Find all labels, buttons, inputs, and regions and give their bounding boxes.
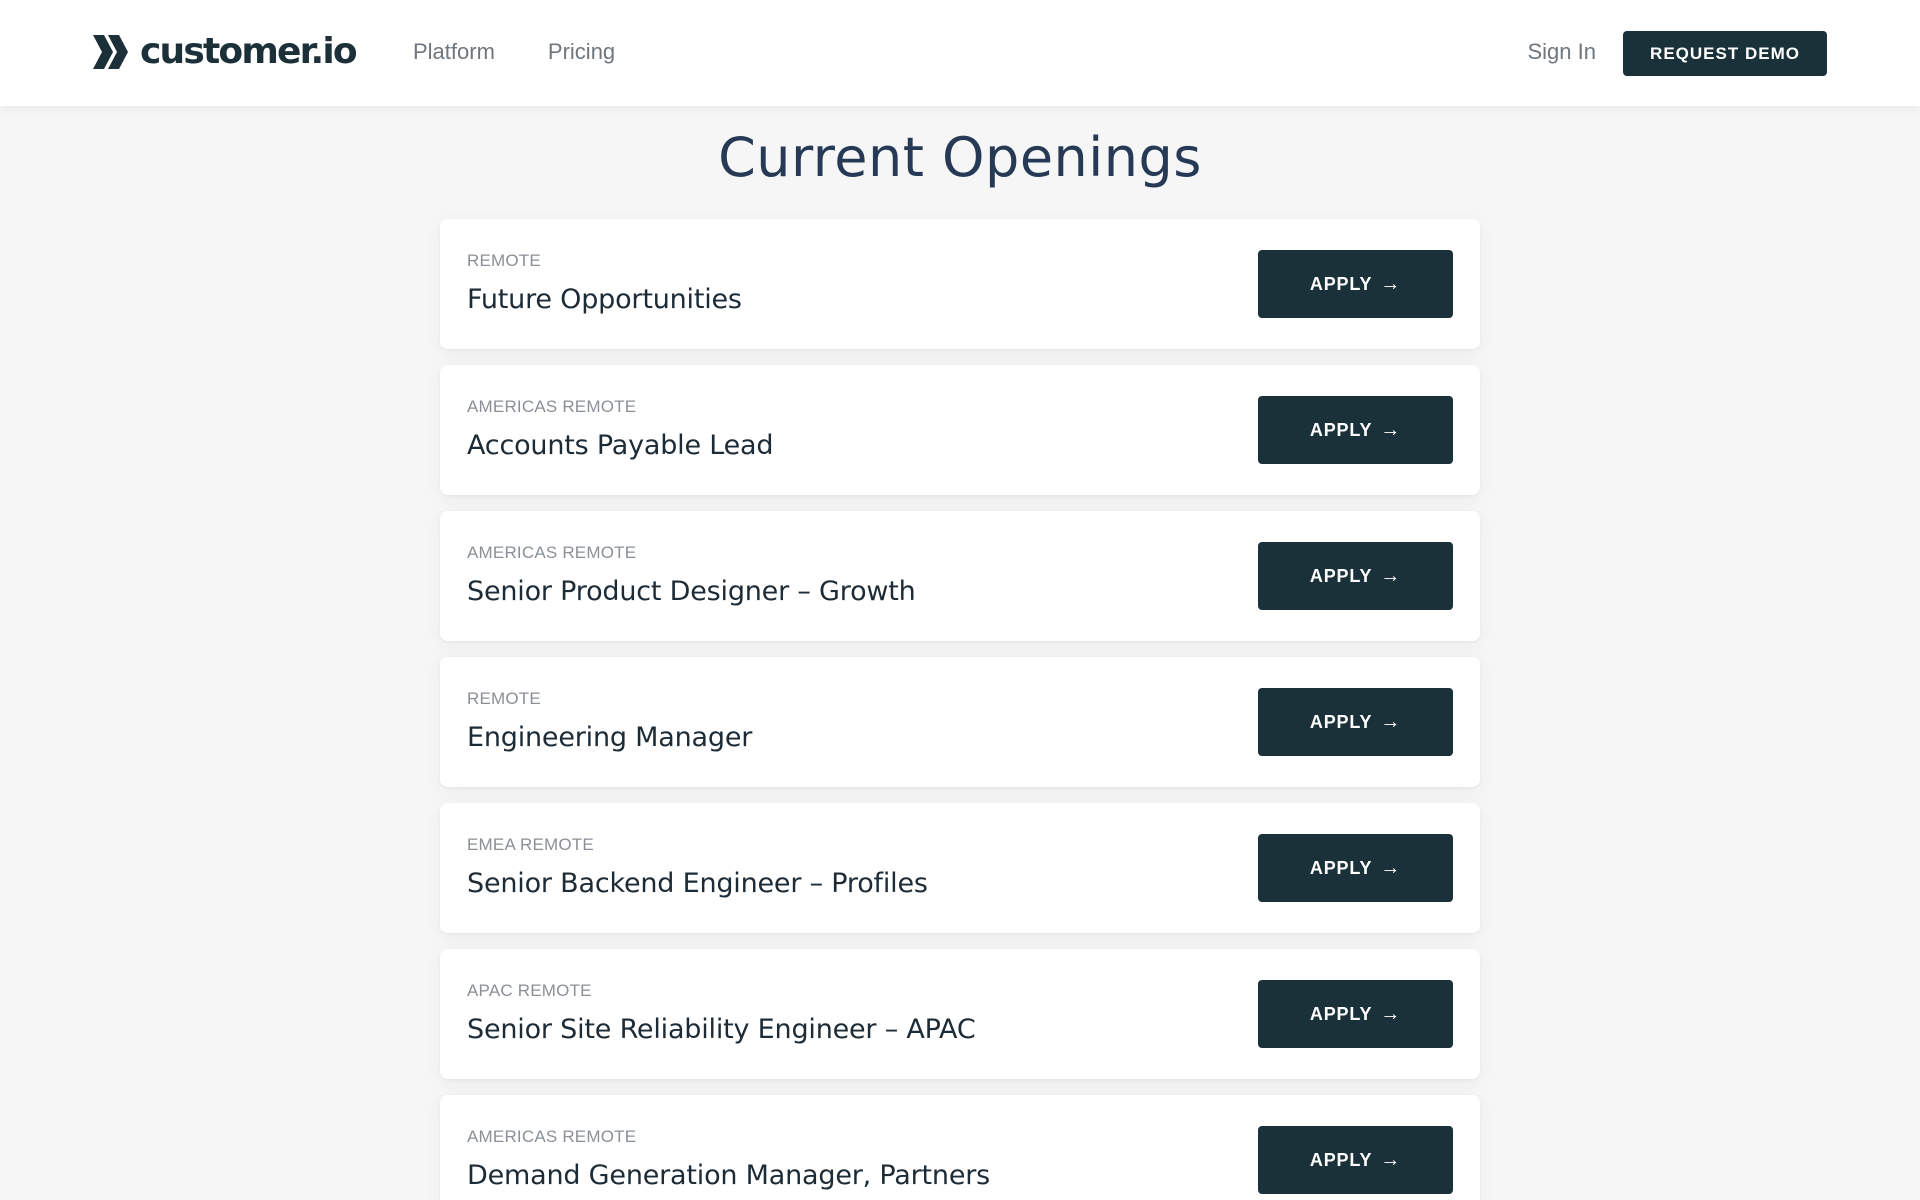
apply-button[interactable]: APPLY →	[1258, 1126, 1453, 1194]
apply-button[interactable]: APPLY →	[1258, 834, 1453, 902]
main-nav: Platform Pricing	[413, 38, 615, 66]
arrow-right-icon: →	[1380, 273, 1402, 295]
job-card: EMEA REMOTE Senior Backend Engineer – Pr…	[440, 803, 1480, 933]
arrow-right-icon: →	[1380, 711, 1402, 733]
job-location: AMERICAS REMOTE	[467, 1127, 637, 1146]
page-title: Current Openings	[718, 126, 1202, 189]
job-location: AMERICAS REMOTE	[467, 543, 637, 562]
job-card: REMOTE Future Opportunities APPLY →	[440, 219, 1480, 349]
job-title: Senior Site Reliability Engineer – APAC	[467, 1014, 976, 1045]
logo-text: customer.io	[140, 31, 358, 72]
apply-label: APPLY	[1309, 711, 1373, 732]
arrow-right-icon: →	[1380, 565, 1402, 587]
apply-button[interactable]: APPLY →	[1258, 688, 1453, 756]
job-title: Accounts Payable Lead	[467, 430, 774, 461]
nav-platform[interactable]: Platform	[413, 38, 495, 66]
job-location: REMOTE	[467, 251, 541, 270]
job-location: APAC REMOTE	[467, 981, 592, 1000]
job-title: Senior Backend Engineer – Profiles	[467, 868, 928, 899]
arrow-right-icon: →	[1380, 419, 1402, 441]
job-location: AMERICAS REMOTE	[467, 397, 637, 416]
nav-pricing[interactable]: Pricing	[548, 38, 615, 66]
job-card: AMERICAS REMOTE Demand Generation Manage…	[440, 1095, 1480, 1200]
apply-label: APPLY	[1309, 1003, 1373, 1024]
jobs-list: REMOTE Future Opportunities APPLY → AMER…	[440, 219, 1480, 1200]
job-title: Engineering Manager	[467, 722, 753, 753]
apply-button[interactable]: APPLY →	[1258, 250, 1453, 318]
apply-label: APPLY	[1309, 857, 1373, 878]
apply-button[interactable]: APPLY →	[1258, 542, 1453, 610]
arrow-right-icon: →	[1380, 1149, 1402, 1171]
job-title: Senior Product Designer – Growth	[467, 576, 916, 607]
job-card: AMERICAS REMOTE Accounts Payable Lead AP…	[440, 365, 1480, 495]
job-location: REMOTE	[467, 689, 541, 708]
site-header: customer.io Platform Pricing Sign In REQ…	[0, 0, 1920, 106]
request-demo-button[interactable]: REQUEST DEMO	[1623, 31, 1827, 76]
sign-in-link[interactable]: Sign In	[1528, 38, 1597, 66]
job-card: AMERICAS REMOTE Senior Product Designer …	[440, 511, 1480, 641]
job-card: APAC REMOTE Senior Site Reliability Engi…	[440, 949, 1480, 1079]
apply-label: APPLY	[1309, 273, 1373, 294]
job-location: EMEA REMOTE	[467, 835, 594, 854]
arrow-right-icon: →	[1380, 857, 1402, 879]
apply-button[interactable]: APPLY →	[1258, 980, 1453, 1048]
apply-label: APPLY	[1309, 565, 1373, 586]
job-card: REMOTE Engineering Manager APPLY →	[440, 657, 1480, 787]
arrow-right-icon: →	[1380, 1003, 1402, 1025]
chevrons-logo-icon	[93, 35, 128, 69]
logo[interactable]: customer.io	[92, 30, 358, 74]
apply-label: APPLY	[1309, 419, 1373, 440]
apply-label: APPLY	[1309, 1149, 1373, 1170]
apply-button[interactable]: APPLY →	[1258, 396, 1453, 464]
job-title: Future Opportunities	[467, 284, 742, 315]
job-title: Demand Generation Manager, Partners	[467, 1160, 990, 1191]
